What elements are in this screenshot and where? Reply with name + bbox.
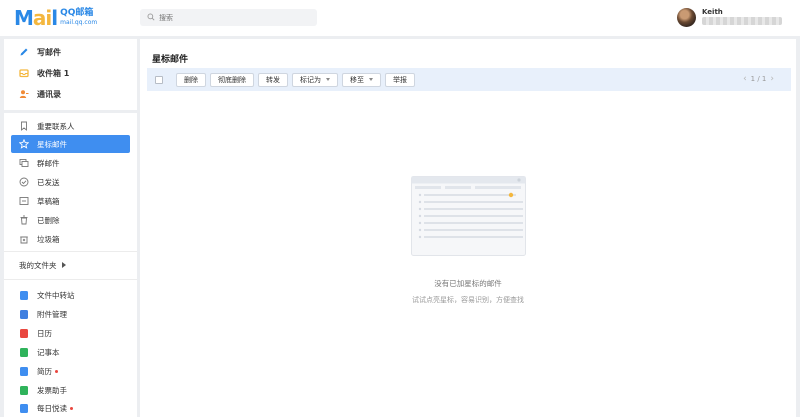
reading-icon — [19, 403, 29, 413]
chevron-down-icon — [326, 78, 330, 81]
sidebar-item-label: 收件箱 1 — [37, 68, 70, 78]
next-page-icon[interactable]: › — [770, 74, 774, 84]
sidebar-item-contacts[interactable]: 通讯录 — [11, 85, 130, 103]
resume-icon — [19, 366, 29, 376]
sidebar-item-label: 群邮件 — [37, 158, 60, 168]
user-email-redacted — [702, 17, 782, 25]
sidebar-item-invoice[interactable]: 发票助手 — [11, 381, 130, 399]
sidebar-item-label: 写邮件 — [37, 47, 61, 57]
sidebar-item-compose[interactable]: 写邮件 — [11, 43, 130, 61]
mark-as-dropdown[interactable]: 标记为 — [292, 72, 338, 87]
empty-state-title: 没有已加星标的邮件 — [434, 279, 502, 288]
mail-toolbar: 删除 彻底删除 转发 标记为 移至 举报 ‹ 1 / 1 › — [147, 68, 791, 91]
delete-button[interactable]: 删除 — [176, 72, 206, 87]
logo-url: mail.qq.com — [60, 19, 98, 26]
sidebar: 写邮件 收件箱 1 通讯录 重要联系人 星标邮件 群邮件 已发送 草稿箱 已删除… — [4, 39, 137, 417]
chevron-down-icon — [369, 78, 373, 81]
page-indicator: 1 / 1 — [750, 75, 767, 83]
sidebar-item-label: 文件中转站 — [37, 290, 75, 300]
sidebar-folders: 重要联系人 星标邮件 群邮件 已发送 草稿箱 已删除 垃圾箱 我的文件夹 文件中… — [4, 113, 137, 417]
attachment-icon — [19, 309, 29, 319]
file-transfer-icon — [19, 290, 29, 300]
sidebar-item-label: 垃圾箱 — [37, 234, 60, 244]
sidebar-item-label: 附件管理 — [37, 309, 67, 319]
new-dot-badge — [70, 406, 73, 410]
sidebar-item-important-contacts[interactable]: 重要联系人 — [11, 117, 130, 135]
invoice-icon — [19, 385, 29, 395]
prev-page-icon[interactable]: ‹ — [743, 74, 747, 84]
select-all-checkbox[interactable] — [155, 75, 163, 84]
sidebar-item-daily-reading[interactable]: 每日悦读 — [11, 399, 130, 417]
top-bar: Mail QQ邮箱 mail.qq.com Keith — [0, 0, 800, 36]
move-to-label: 移至 — [350, 75, 364, 84]
my-folders-toggle[interactable]: 我的文件夹 — [19, 256, 129, 274]
pagination: ‹ 1 / 1 › — [739, 74, 778, 84]
notepad-icon — [19, 347, 29, 357]
sidebar-item-file-transfer[interactable]: 文件中转站 — [11, 286, 130, 304]
sidebar-item-drafts[interactable]: 草稿箱 — [11, 192, 130, 210]
sidebar-item-attachments[interactable]: 附件管理 — [11, 305, 130, 323]
sidebar-item-label: 简历 — [37, 366, 52, 376]
user-name[interactable]: Keith — [702, 8, 723, 16]
new-dot-badge — [55, 369, 58, 373]
divider — [4, 251, 137, 252]
page-title: 星标邮件 — [152, 55, 189, 65]
sidebar-item-label: 星标邮件 — [37, 139, 67, 149]
sidebar-item-spam[interactable]: 垃圾箱 — [11, 230, 130, 248]
sidebar-item-sent[interactable]: 已发送 — [11, 173, 130, 191]
qq-mail-logo[interactable]: Mail QQ邮箱 mail.qq.com — [14, 6, 97, 30]
delete-permanently-button[interactable]: 彻底删除 — [210, 72, 254, 87]
pencil-icon — [19, 47, 29, 57]
search-icon — [147, 13, 155, 23]
star-icon — [19, 139, 29, 149]
group-mail-icon — [19, 158, 29, 168]
sidebar-item-label: 草稿箱 — [37, 196, 60, 206]
sidebar-item-notepad[interactable]: 记事本 — [11, 343, 130, 361]
avatar[interactable] — [677, 8, 696, 27]
move-to-dropdown[interactable]: 移至 — [342, 72, 381, 87]
search-box[interactable] — [140, 9, 317, 26]
logo-wordmark: Mail — [14, 6, 58, 30]
sidebar-item-calendar[interactable]: 日历 — [11, 324, 130, 342]
sidebar-item-group-mail[interactable]: 群邮件 — [11, 154, 130, 172]
sidebar-item-starred[interactable]: 星标邮件 — [11, 135, 130, 153]
forward-button[interactable]: 转发 — [258, 72, 288, 87]
trash-icon — [19, 215, 29, 225]
empty-state-hint: 试试点亮星标，容易识别，方便查找 — [412, 296, 524, 304]
bookmark-icon — [19, 121, 29, 131]
sidebar-item-label: 已发送 — [37, 177, 60, 187]
search-input[interactable] — [159, 13, 309, 22]
sidebar-item-label: 每日悦读 — [37, 403, 67, 413]
spam-icon — [19, 234, 29, 244]
mark-as-label: 标记为 — [300, 75, 321, 84]
main-panel: 星标邮件 删除 彻底删除 转发 标记为 移至 举报 ‹ 1 / 1 › 没有已加… — [140, 39, 796, 417]
draft-icon — [19, 196, 29, 206]
report-button[interactable]: 举报 — [385, 72, 415, 87]
calendar-icon — [19, 328, 29, 338]
sidebar-primary: 写邮件 收件箱 1 通讯录 — [4, 39, 137, 110]
contacts-icon — [19, 89, 29, 99]
logo-name: QQ邮箱 — [60, 8, 94, 18]
empty-state-illustration — [411, 176, 526, 256]
divider — [4, 279, 137, 280]
sidebar-item-inbox[interactable]: 收件箱 1 — [11, 64, 130, 82]
expand-arrow-icon — [61, 262, 66, 268]
sidebar-item-label: 记事本 — [37, 347, 60, 357]
sidebar-item-label: 通讯录 — [37, 89, 61, 99]
sent-icon — [19, 177, 29, 187]
sidebar-item-label: 重要联系人 — [37, 121, 75, 131]
logo-subtext: QQ邮箱 mail.qq.com — [60, 9, 97, 27]
my-folders-label: 我的文件夹 — [19, 260, 57, 270]
sidebar-item-label: 日历 — [37, 328, 52, 338]
sidebar-item-resume[interactable]: 简历 — [11, 362, 130, 380]
sidebar-item-deleted[interactable]: 已删除 — [11, 211, 130, 229]
sidebar-item-label: 已删除 — [37, 215, 60, 225]
sidebar-item-label: 发票助手 — [37, 385, 67, 395]
inbox-icon — [19, 68, 29, 78]
